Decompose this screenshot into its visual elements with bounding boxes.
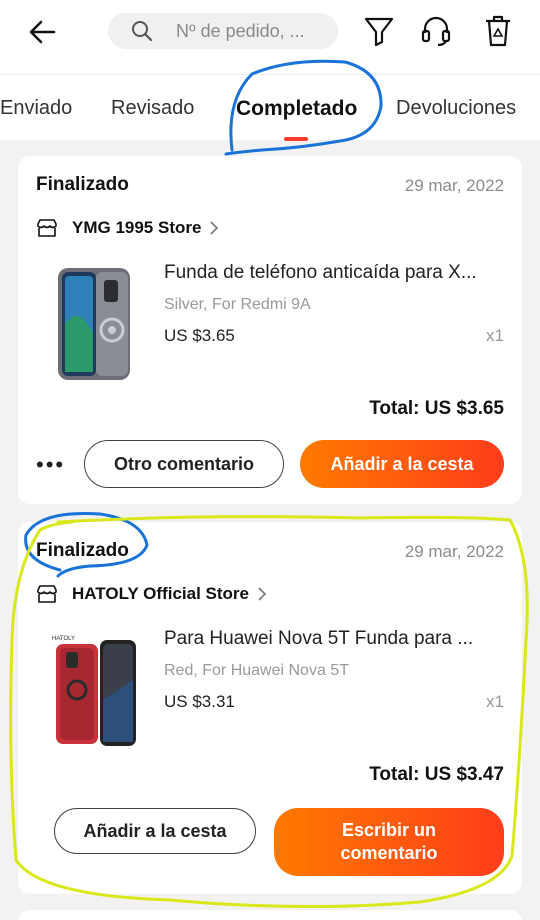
add-to-cart-button[interactable]: Añadir a la cesta (300, 440, 504, 488)
order-status: Finalizado (36, 540, 129, 561)
order-total: Total: US $3.47 (369, 764, 504, 785)
product-price: US $3.31 (164, 692, 235, 711)
product-quantity: x1 (486, 326, 504, 345)
product-image[interactable] (44, 264, 144, 384)
svg-text:HATOLY: HATOLY (52, 636, 75, 642)
chevron-right-icon (210, 221, 219, 235)
product-title[interactable]: Para Huawei Nova 5T Funda para ... (164, 628, 504, 650)
search-input[interactable]: Nº de pedido, ... (108, 13, 338, 49)
order-status: Finalizado (36, 174, 129, 195)
tab-completado[interactable]: Completado (236, 97, 357, 121)
order-total: Total: US $3.65 (369, 398, 504, 419)
write-review-button[interactable]: Escribir un comentario (274, 808, 504, 876)
product-price: US $3.65 (164, 326, 235, 345)
filter-icon[interactable] (363, 14, 395, 48)
order-tabs: Enviado Revisado Completado Devoluciones (0, 74, 540, 141)
product-image[interactable]: HATOLY (44, 630, 144, 750)
order-card (18, 910, 522, 920)
trash-icon[interactable] (482, 14, 514, 48)
add-to-cart-button[interactable]: Añadir a la cesta (54, 808, 256, 854)
search-icon (132, 21, 153, 42)
tab-enviado[interactable]: Enviado (0, 97, 72, 120)
store-link[interactable]: YMG 1995 Store (36, 218, 219, 238)
chevron-right-icon (258, 587, 267, 601)
store-icon (37, 585, 57, 603)
store-name: YMG 1995 Store (72, 218, 202, 237)
order-date: 29 mar, 2022 (404, 176, 504, 195)
store-name: HATOLY Official Store (72, 584, 249, 603)
order-card: Finalizado 29 mar, 2022 YMG 1995 Store F… (18, 156, 522, 504)
order-date: 29 mar, 2022 (404, 542, 504, 561)
product-title[interactable]: Funda de teléfono anticaída para X... (164, 262, 504, 284)
product-variant: Silver, For Redmi 9A (164, 296, 311, 313)
tab-revisado[interactable]: Revisado (111, 97, 194, 120)
product-quantity: x1 (486, 692, 504, 711)
search-placeholder: Nº de pedido, ... (176, 20, 305, 41)
order-card: Finalizado 29 mar, 2022 HATOLY Official … (18, 522, 522, 894)
more-options-button[interactable]: ••• (36, 452, 65, 478)
back-arrow-icon[interactable] (24, 14, 60, 50)
headset-icon[interactable] (420, 14, 452, 48)
other-review-button[interactable]: Otro comentario (84, 440, 284, 488)
product-variant: Red, For Huawei Nova 5T (164, 662, 349, 679)
store-link[interactable]: HATOLY Official Store (36, 584, 267, 604)
top-bar: Nº de pedido, ... (0, 0, 540, 74)
tab-devoluciones[interactable]: Devoluciones (396, 97, 516, 120)
active-tab-indicator (284, 137, 308, 141)
store-icon (37, 219, 57, 237)
